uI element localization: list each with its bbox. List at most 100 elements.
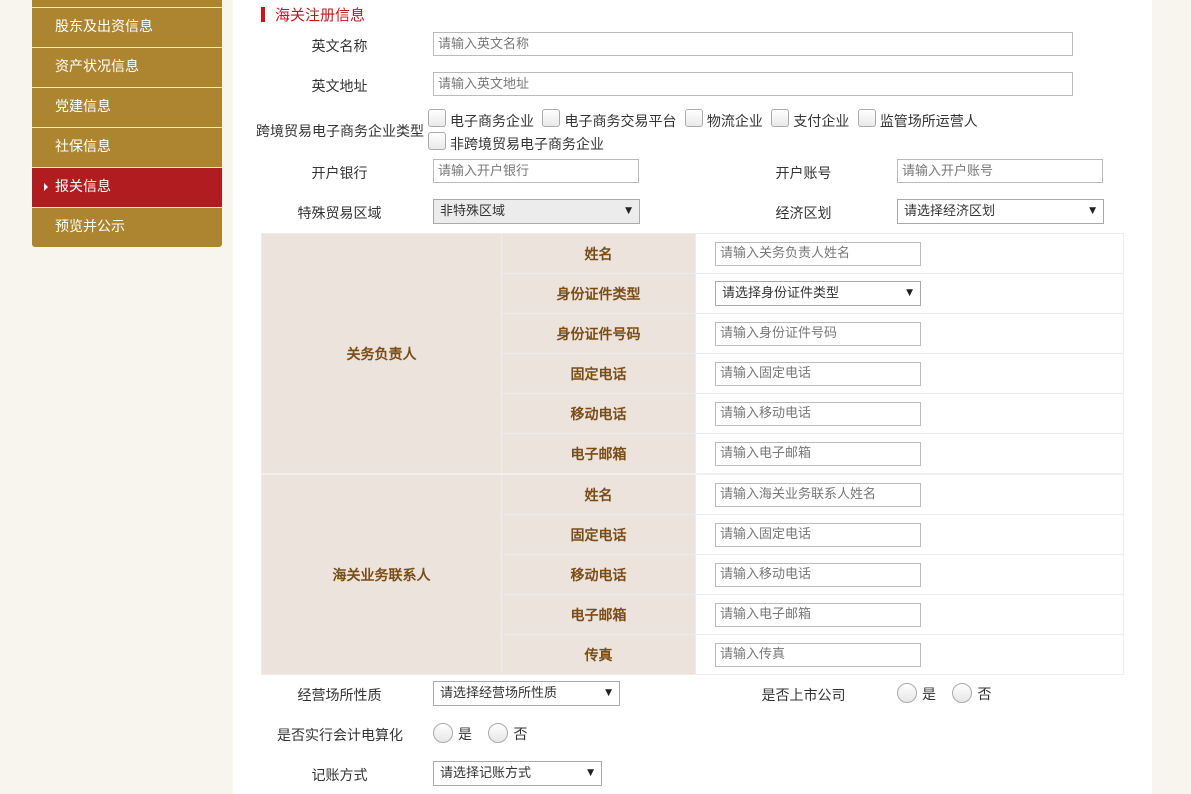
field-value bbox=[695, 233, 1124, 274]
en-address-label: 英文地址 bbox=[311, 79, 368, 95]
sidebar-item-assets[interactable]: 资产状况信息 bbox=[32, 48, 222, 88]
field-label: 传真 bbox=[501, 634, 696, 675]
sidebar-item-preview[interactable]: 预览并公示 bbox=[32, 208, 222, 247]
en-address-input[interactable] bbox=[433, 72, 1073, 96]
radio-button[interactable] bbox=[433, 723, 453, 743]
ecommerce-type-checkboxes: 电子商务企业 电子商务交易平台 物流企业 支付企业 监管场所运营人 非跨境贸易电… bbox=[428, 109, 1128, 155]
select-value: 请选择经营场所性质 bbox=[440, 686, 558, 701]
bank-input[interactable] bbox=[433, 159, 639, 183]
radio-button[interactable] bbox=[952, 683, 973, 703]
field-label: 固定电话 bbox=[501, 514, 696, 555]
radio-label: 否 bbox=[513, 727, 528, 743]
field-value bbox=[695, 433, 1124, 475]
field-label: 身份证件类型 bbox=[501, 273, 696, 314]
dropdown-caret-icon: ▼ bbox=[906, 288, 913, 298]
select-value: 请选择经济区划 bbox=[904, 204, 996, 219]
bookkeeping-select[interactable]: 请选择记账方式 ▼ bbox=[433, 761, 602, 786]
sidebar-item-label: 预览并公示 bbox=[55, 219, 125, 235]
dropdown-caret-icon: ▼ bbox=[587, 768, 594, 778]
econ-zone-label: 经济区划 bbox=[775, 206, 832, 222]
checkbox-label: 物流企业 bbox=[706, 114, 763, 130]
checkbox[interactable] bbox=[428, 109, 446, 127]
checkbox-option[interactable]: 监管场所运营人 bbox=[857, 109, 978, 132]
ecommerce-type-label: 跨境贸易电子商务企业类型 bbox=[256, 124, 424, 140]
contact-mobile-input[interactable] bbox=[715, 562, 921, 587]
sidebar-item-customs[interactable]: 报关信息 bbox=[32, 168, 222, 208]
checkbox-label: 监管场所运营人 bbox=[879, 114, 978, 130]
checkbox-option[interactable]: 电子商务企业 bbox=[428, 109, 534, 132]
field-value bbox=[695, 313, 1124, 354]
section-title: 海关注册信息 bbox=[261, 5, 365, 25]
field-value bbox=[695, 514, 1124, 555]
select-value: 非特殊区域 bbox=[440, 204, 506, 219]
id-number-input[interactable] bbox=[715, 321, 921, 346]
checkbox-label: 电子商务企业 bbox=[450, 114, 534, 130]
dropdown-caret-icon: ▼ bbox=[625, 206, 632, 216]
checkbox[interactable] bbox=[857, 109, 876, 127]
checkbox[interactable] bbox=[542, 109, 561, 127]
radio-label: 是 bbox=[922, 687, 936, 703]
id-type-select[interactable]: 请选择身份证件类型 ▼ bbox=[715, 281, 921, 306]
radio-label: 是 bbox=[458, 727, 472, 743]
sidebar: 股东及出资信息 资产状况信息 党建信息 社保信息 报关信息 预览并公示 bbox=[32, 0, 222, 247]
field-label: 移动电话 bbox=[501, 554, 696, 595]
field-value bbox=[695, 353, 1124, 394]
sidebar-item-label: 报关信息 bbox=[55, 179, 111, 195]
field-label: 电子邮箱 bbox=[501, 433, 696, 475]
trade-zone-label: 特殊贸易区域 bbox=[297, 206, 382, 222]
group-customs-head: 关务负责人 bbox=[261, 233, 502, 475]
checkbox[interactable] bbox=[428, 132, 446, 150]
checkbox-option[interactable]: 电子商务交易平台 bbox=[542, 109, 676, 132]
listed-label: 是否上市公司 bbox=[761, 688, 846, 704]
radio-yes[interactable]: 是 bbox=[433, 723, 472, 743]
radio-label: 否 bbox=[977, 687, 992, 703]
venue-select[interactable]: 请选择经营场所性质 ▼ bbox=[433, 681, 620, 706]
radio-button[interactable] bbox=[897, 683, 917, 703]
en-name-label: 英文名称 bbox=[311, 39, 368, 55]
sidebar-item-label: 资产状况信息 bbox=[55, 59, 139, 75]
account-input[interactable] bbox=[897, 159, 1103, 183]
checkbox-label: 电子商务交易平台 bbox=[564, 114, 677, 130]
customs-head-name-input[interactable] bbox=[715, 241, 921, 266]
contact-phone-input[interactable] bbox=[715, 522, 921, 547]
radio-yes[interactable]: 是 bbox=[897, 683, 936, 703]
radio-button[interactable] bbox=[488, 723, 509, 743]
field-label: 身份证件号码 bbox=[501, 313, 696, 354]
customs-head-email-input[interactable] bbox=[715, 441, 921, 466]
checkbox-option[interactable]: 非跨境贸易电子商务企业 bbox=[428, 132, 604, 155]
sidebar-item-label: 社保信息 bbox=[55, 139, 111, 155]
accounting-radio-group: 是 否 bbox=[433, 723, 539, 744]
en-name-input[interactable] bbox=[433, 32, 1073, 56]
section-title-text: 海关注册信息 bbox=[275, 6, 366, 24]
field-value bbox=[695, 594, 1124, 635]
checkbox[interactable] bbox=[771, 109, 790, 127]
sidebar-item-social-security[interactable]: 社保信息 bbox=[32, 128, 222, 168]
title-bar-marker bbox=[261, 7, 265, 22]
contact-email-input[interactable] bbox=[715, 602, 921, 627]
checkbox-label: 支付企业 bbox=[793, 114, 850, 130]
econ-zone-select[interactable]: 请选择经济区划 ▼ bbox=[897, 199, 1104, 224]
account-label: 开户账号 bbox=[775, 166, 832, 182]
field-value: 请选择身份证件类型 ▼ bbox=[695, 273, 1124, 314]
field-label: 电子邮箱 bbox=[501, 594, 696, 635]
sidebar-item-party[interactable]: 党建信息 bbox=[32, 88, 222, 128]
customs-head-mobile-input[interactable] bbox=[715, 401, 921, 426]
customs-head-phone-input[interactable] bbox=[715, 361, 921, 386]
bookkeeping-label: 记账方式 bbox=[311, 768, 368, 784]
sidebar-item-shareholders[interactable]: 股东及出资信息 bbox=[32, 8, 222, 48]
listed-radio-group: 是 否 bbox=[897, 683, 1003, 704]
select-value: 请选择记账方式 bbox=[440, 766, 532, 781]
radio-no[interactable]: 否 bbox=[488, 723, 528, 743]
checkbox-option[interactable]: 支付企业 bbox=[771, 109, 849, 132]
contact-name-input[interactable] bbox=[715, 482, 921, 507]
sidebar-top-edge bbox=[32, 0, 222, 8]
checkbox[interactable] bbox=[684, 109, 703, 127]
field-value bbox=[695, 634, 1124, 675]
trade-zone-select[interactable]: 非特殊区域 ▼ bbox=[433, 199, 640, 224]
bank-label: 开户银行 bbox=[311, 166, 368, 182]
checkbox-option[interactable]: 物流企业 bbox=[684, 109, 763, 132]
dropdown-caret-icon: ▼ bbox=[605, 688, 612, 698]
contact-fax-input[interactable] bbox=[715, 642, 921, 667]
radio-no[interactable]: 否 bbox=[952, 683, 992, 703]
active-arrow-icon bbox=[44, 183, 48, 191]
